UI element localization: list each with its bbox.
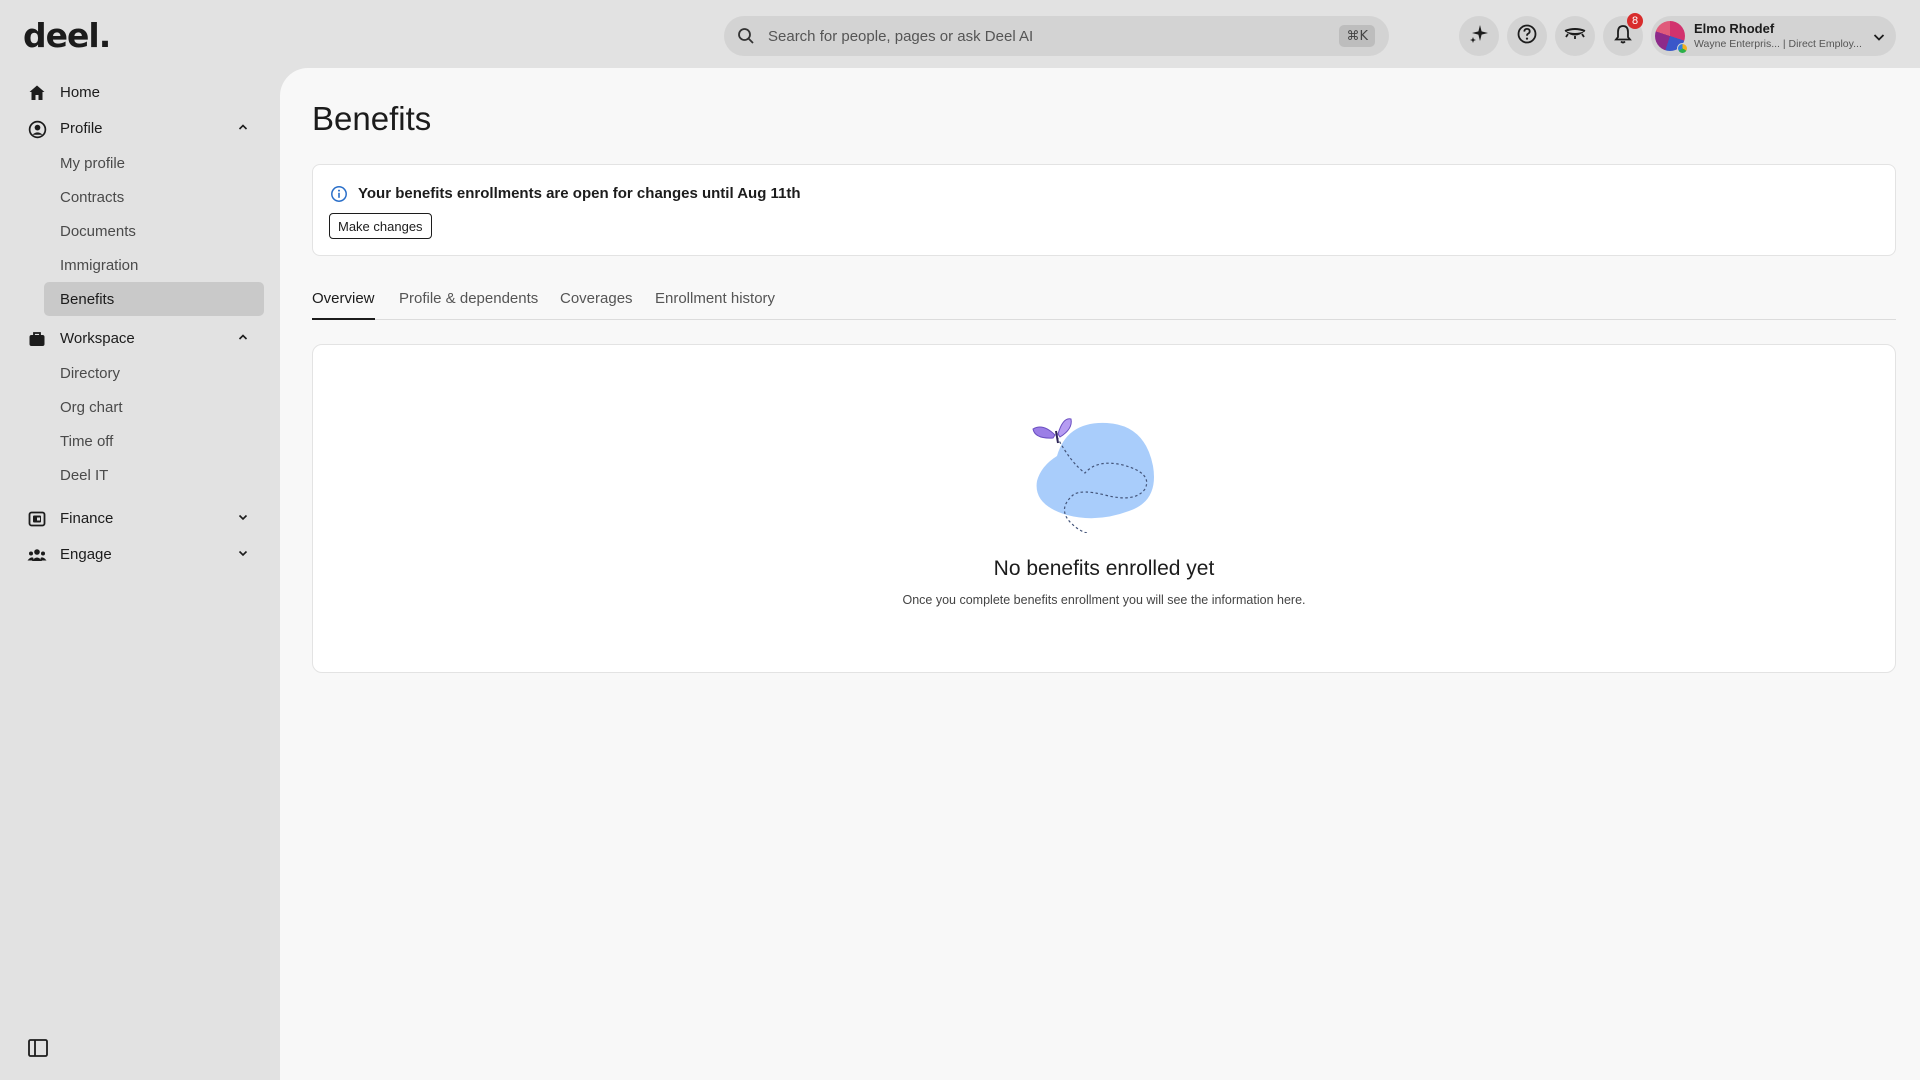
ai-assistant-button[interactable] [1459,16,1499,56]
tab-profile-dependents[interactable]: Profile & dependents [399,290,538,320]
sidebar-item-label: Home [60,83,101,101]
sidebar-item-finance[interactable]: Finance [0,500,280,536]
empty-state-title: No benefits enrolled yet [993,557,1215,580]
main-panel: Benefits Your benefits enrollments are o… [280,68,1920,1080]
empty-state-card: No benefits enrolled yet Once you comple… [312,344,1896,673]
sidebar-item-benefits[interactable]: Benefits [44,282,264,316]
tab-overview[interactable]: Overview [312,290,375,320]
sidebar-nav: Home Profile My profile Contracts Docume… [0,74,280,572]
help-icon [1516,23,1538,50]
deel-logo[interactable]: deel. [23,16,111,55]
user-circle-icon [27,119,47,139]
workspace-logo-icon [1677,43,1688,54]
search-bar[interactable]: ⌘K [724,16,1389,56]
sidebar-item-contracts[interactable]: Contracts [0,180,280,214]
sidebar-item-label: Engage [60,545,112,563]
chevron-down-icon[interactable] [1872,30,1886,44]
tab-enrollment-history[interactable]: Enrollment history [655,290,775,320]
enrollment-notice: Your benefits enrollments are open for c… [312,164,1896,256]
sidebar-item-deel-it[interactable]: Deel IT [0,458,280,492]
search-icon [736,26,756,46]
info-icon [330,185,348,203]
notification-count-badge: 8 [1627,13,1643,29]
eye-closed-icon [1563,23,1587,50]
user-name: Elmo Rhodef [1694,21,1775,36]
sidebar-item-my-profile[interactable]: My profile [0,146,280,180]
notifications-button[interactable]: 8 [1603,13,1643,56]
sidebar-item-engage[interactable]: Engage [0,536,280,572]
tab-coverages[interactable]: Coverages [560,290,633,320]
search-input[interactable] [768,24,1308,48]
sidebar-collapse-icon[interactable] [27,1037,49,1059]
help-button[interactable] [1507,16,1547,56]
sidebar-item-org-chart[interactable]: Org chart [0,390,280,424]
notice-text: Your benefits enrollments are open for c… [358,185,801,202]
people-icon [27,545,47,565]
wallet-icon [27,509,47,529]
ai-sparkle-icon [1468,23,1490,50]
sidebar-item-profile[interactable]: Profile [0,110,280,146]
home-icon [27,83,47,103]
user-organization: Wayne Enterpris... | Direct Employ... [1694,38,1862,50]
chevron-up-icon[interactable] [236,330,250,344]
chevron-up-icon[interactable] [236,120,250,134]
sidebar-item-immigration[interactable]: Immigration [0,248,280,282]
benefits-tabs: Overview Profile & dependents Coverages … [312,290,1896,320]
search-shortcut-badge: ⌘K [1339,25,1375,47]
empty-state-subtitle: Once you complete benefits enrollment yo… [902,593,1306,607]
sidebar-item-workspace[interactable]: Workspace [0,320,280,356]
sidebar-item-home[interactable]: Home [0,74,280,110]
user-menu[interactable]: Elmo Rhodef Wayne Enterpris... | Direct … [1651,16,1896,56]
privacy-toggle-button[interactable] [1555,16,1595,56]
chevron-down-icon[interactable] [236,510,250,524]
sidebar-item-label: Finance [60,509,114,527]
sidebar: deel. Home Profile My profile Contracts … [0,0,280,1080]
page-title: Benefits [312,100,432,137]
chevron-down-icon[interactable] [236,546,250,560]
butterfly-illustration [1032,418,1154,533]
sidebar-item-time-off[interactable]: Time off [0,424,280,458]
sidebar-item-label: Profile [60,119,103,137]
briefcase-icon [27,329,47,349]
make-changes-button[interactable]: Make changes [329,213,432,239]
sidebar-item-directory[interactable]: Directory [0,356,280,390]
sidebar-item-label: Workspace [60,329,135,347]
sidebar-item-documents[interactable]: Documents [0,214,280,248]
